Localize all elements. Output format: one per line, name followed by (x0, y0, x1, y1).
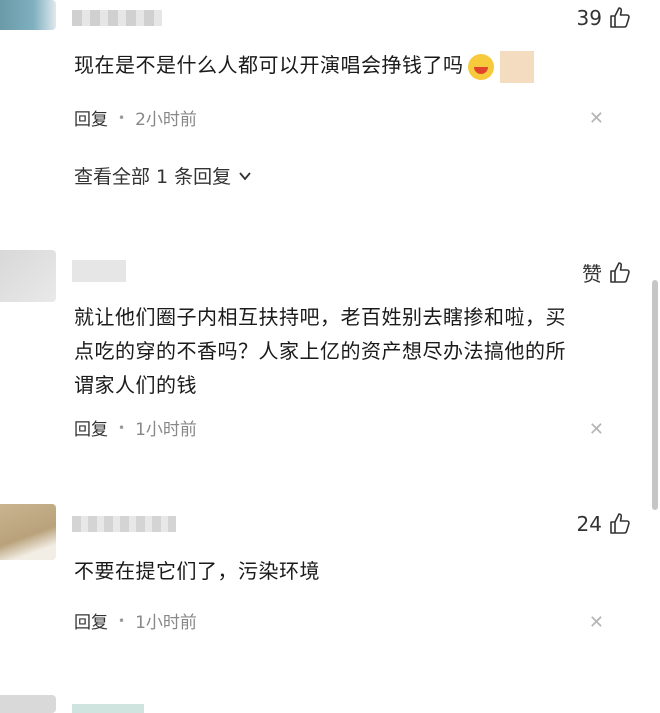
like-count: 24 (576, 512, 602, 536)
chevron-down-icon (239, 171, 251, 180)
reply-button[interactable]: 回复 (74, 608, 108, 633)
comment-meta: 回复 • 1小时前 (74, 415, 197, 440)
like-button[interactable]: 24 (577, 512, 632, 536)
like-count: 39 (576, 6, 602, 30)
comment-text: 现在是不是什么人都可以开演唱会挣钱了吗 (74, 48, 624, 83)
timestamp: 1小时前 (135, 613, 197, 633)
avatar[interactable] (0, 0, 56, 30)
comment-meta: 回复 • 2小时前 (74, 105, 197, 130)
reply-button[interactable]: 回复 (74, 415, 108, 440)
timestamp: 1小时前 (135, 420, 197, 440)
sticker-image (499, 50, 534, 83)
timestamp: 2小时前 (135, 110, 197, 130)
avatar[interactable] (0, 695, 56, 713)
laughing-emoji-icon (467, 53, 494, 80)
comment-meta: 回复 • 1小时前 (74, 608, 197, 633)
thumbs-up-icon (610, 7, 630, 28)
username[interactable] (72, 10, 162, 26)
close-icon[interactable]: ✕ (589, 419, 604, 440)
like-button[interactable]: 赞 (582, 258, 632, 287)
thumbs-up-icon (610, 261, 630, 283)
reply-button[interactable]: 回复 (74, 105, 108, 130)
thumbs-up-icon (610, 513, 630, 534)
like-label: 赞 (582, 262, 602, 286)
close-icon[interactable]: ✕ (589, 612, 604, 633)
avatar[interactable] (0, 504, 56, 560)
avatar[interactable] (0, 250, 56, 302)
comment-text: 不要在提它们了，污染环境 (74, 559, 320, 583)
username[interactable] (72, 260, 126, 282)
scrollbar[interactable] (652, 280, 658, 510)
view-all-replies-button[interactable]: 查看全部 1 条回复 (74, 162, 253, 189)
username[interactable] (72, 704, 144, 713)
like-button[interactable]: 39 (577, 6, 632, 30)
close-icon[interactable]: ✕ (589, 108, 604, 129)
username[interactable] (72, 516, 176, 532)
comment-text: 就让他们圈子内相互扶持吧，老百姓别去瞎掺和啦，买 点吃的穿的不香吗？人家上亿的资… (74, 305, 566, 397)
